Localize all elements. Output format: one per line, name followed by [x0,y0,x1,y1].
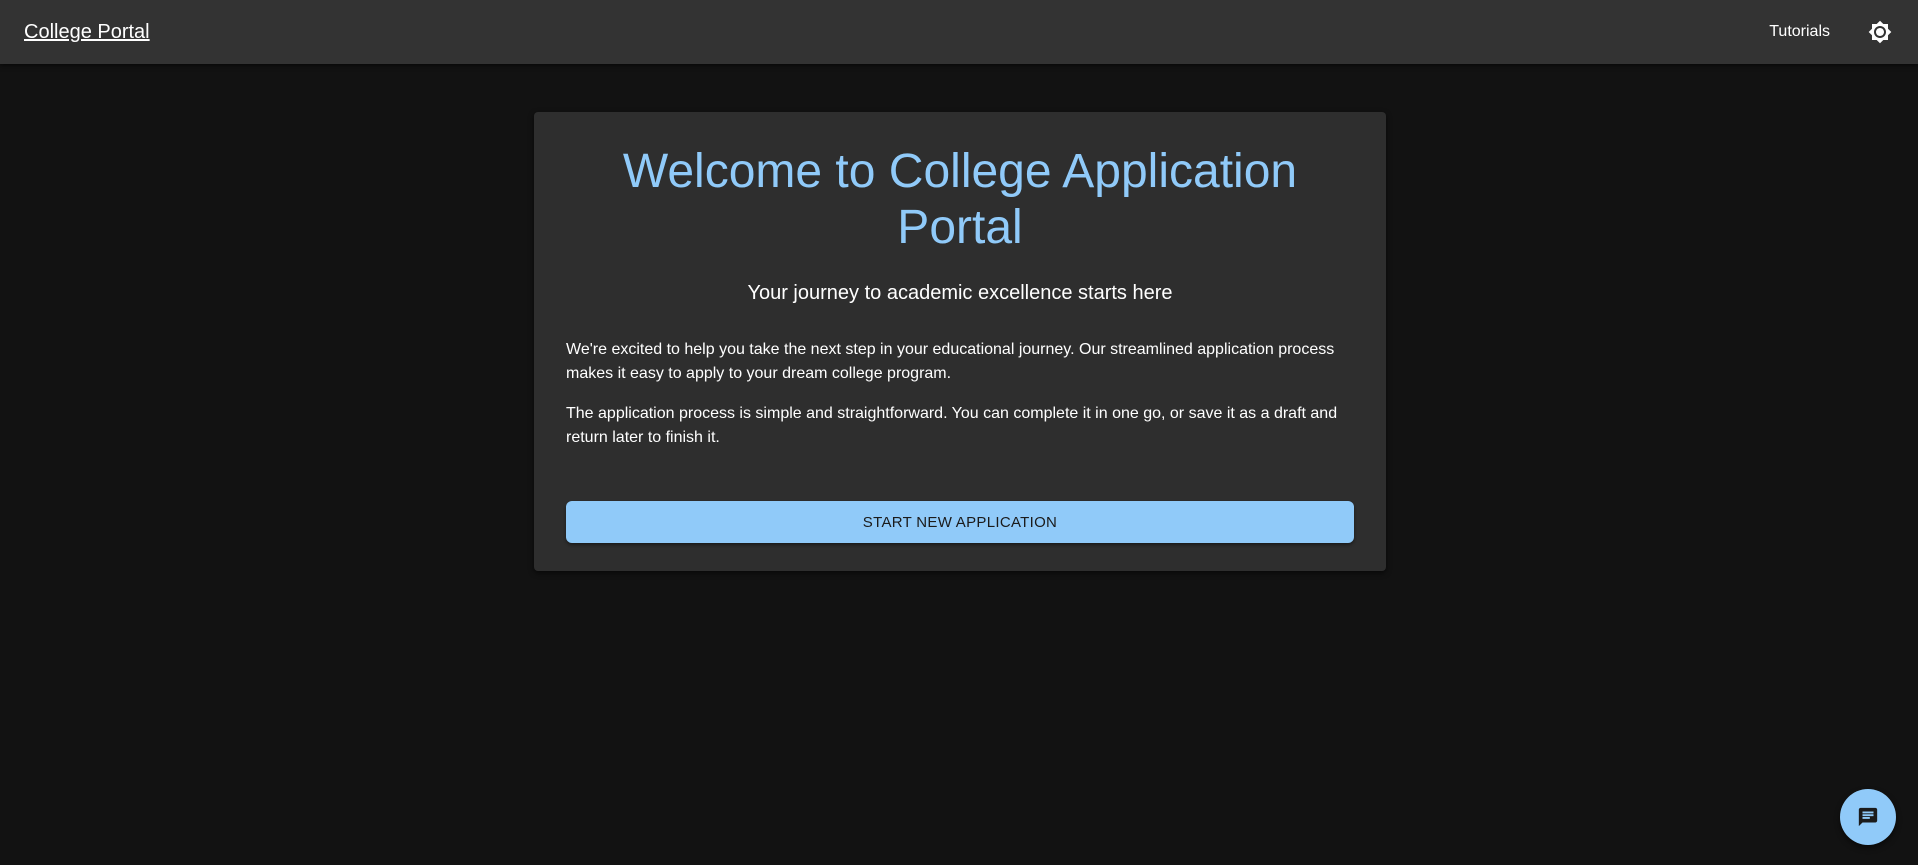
chat-button[interactable] [1840,789,1896,845]
page-subtitle: Your journey to academic excellence star… [747,282,1173,304]
theme-toggle-button[interactable] [1860,12,1900,52]
brightness-gear-icon [1868,20,1892,44]
welcome-card: Welcome to College Application Portal Yo… [534,112,1386,571]
intro-paragraph: We're excited to help you take the next … [566,341,1335,382]
brand-link[interactable]: College Portal [24,21,150,44]
page-title: Welcome to College Application Portal [622,145,1298,254]
nav-link-tutorials[interactable]: Tutorials [1769,23,1830,41]
process-paragraph: The application process is simple and st… [566,405,1338,446]
app-bar: College Portal Tutorials [0,0,1918,64]
chat-icon [1858,807,1878,827]
start-new-application-button[interactable]: START NEW APPLICATION [566,501,1354,543]
